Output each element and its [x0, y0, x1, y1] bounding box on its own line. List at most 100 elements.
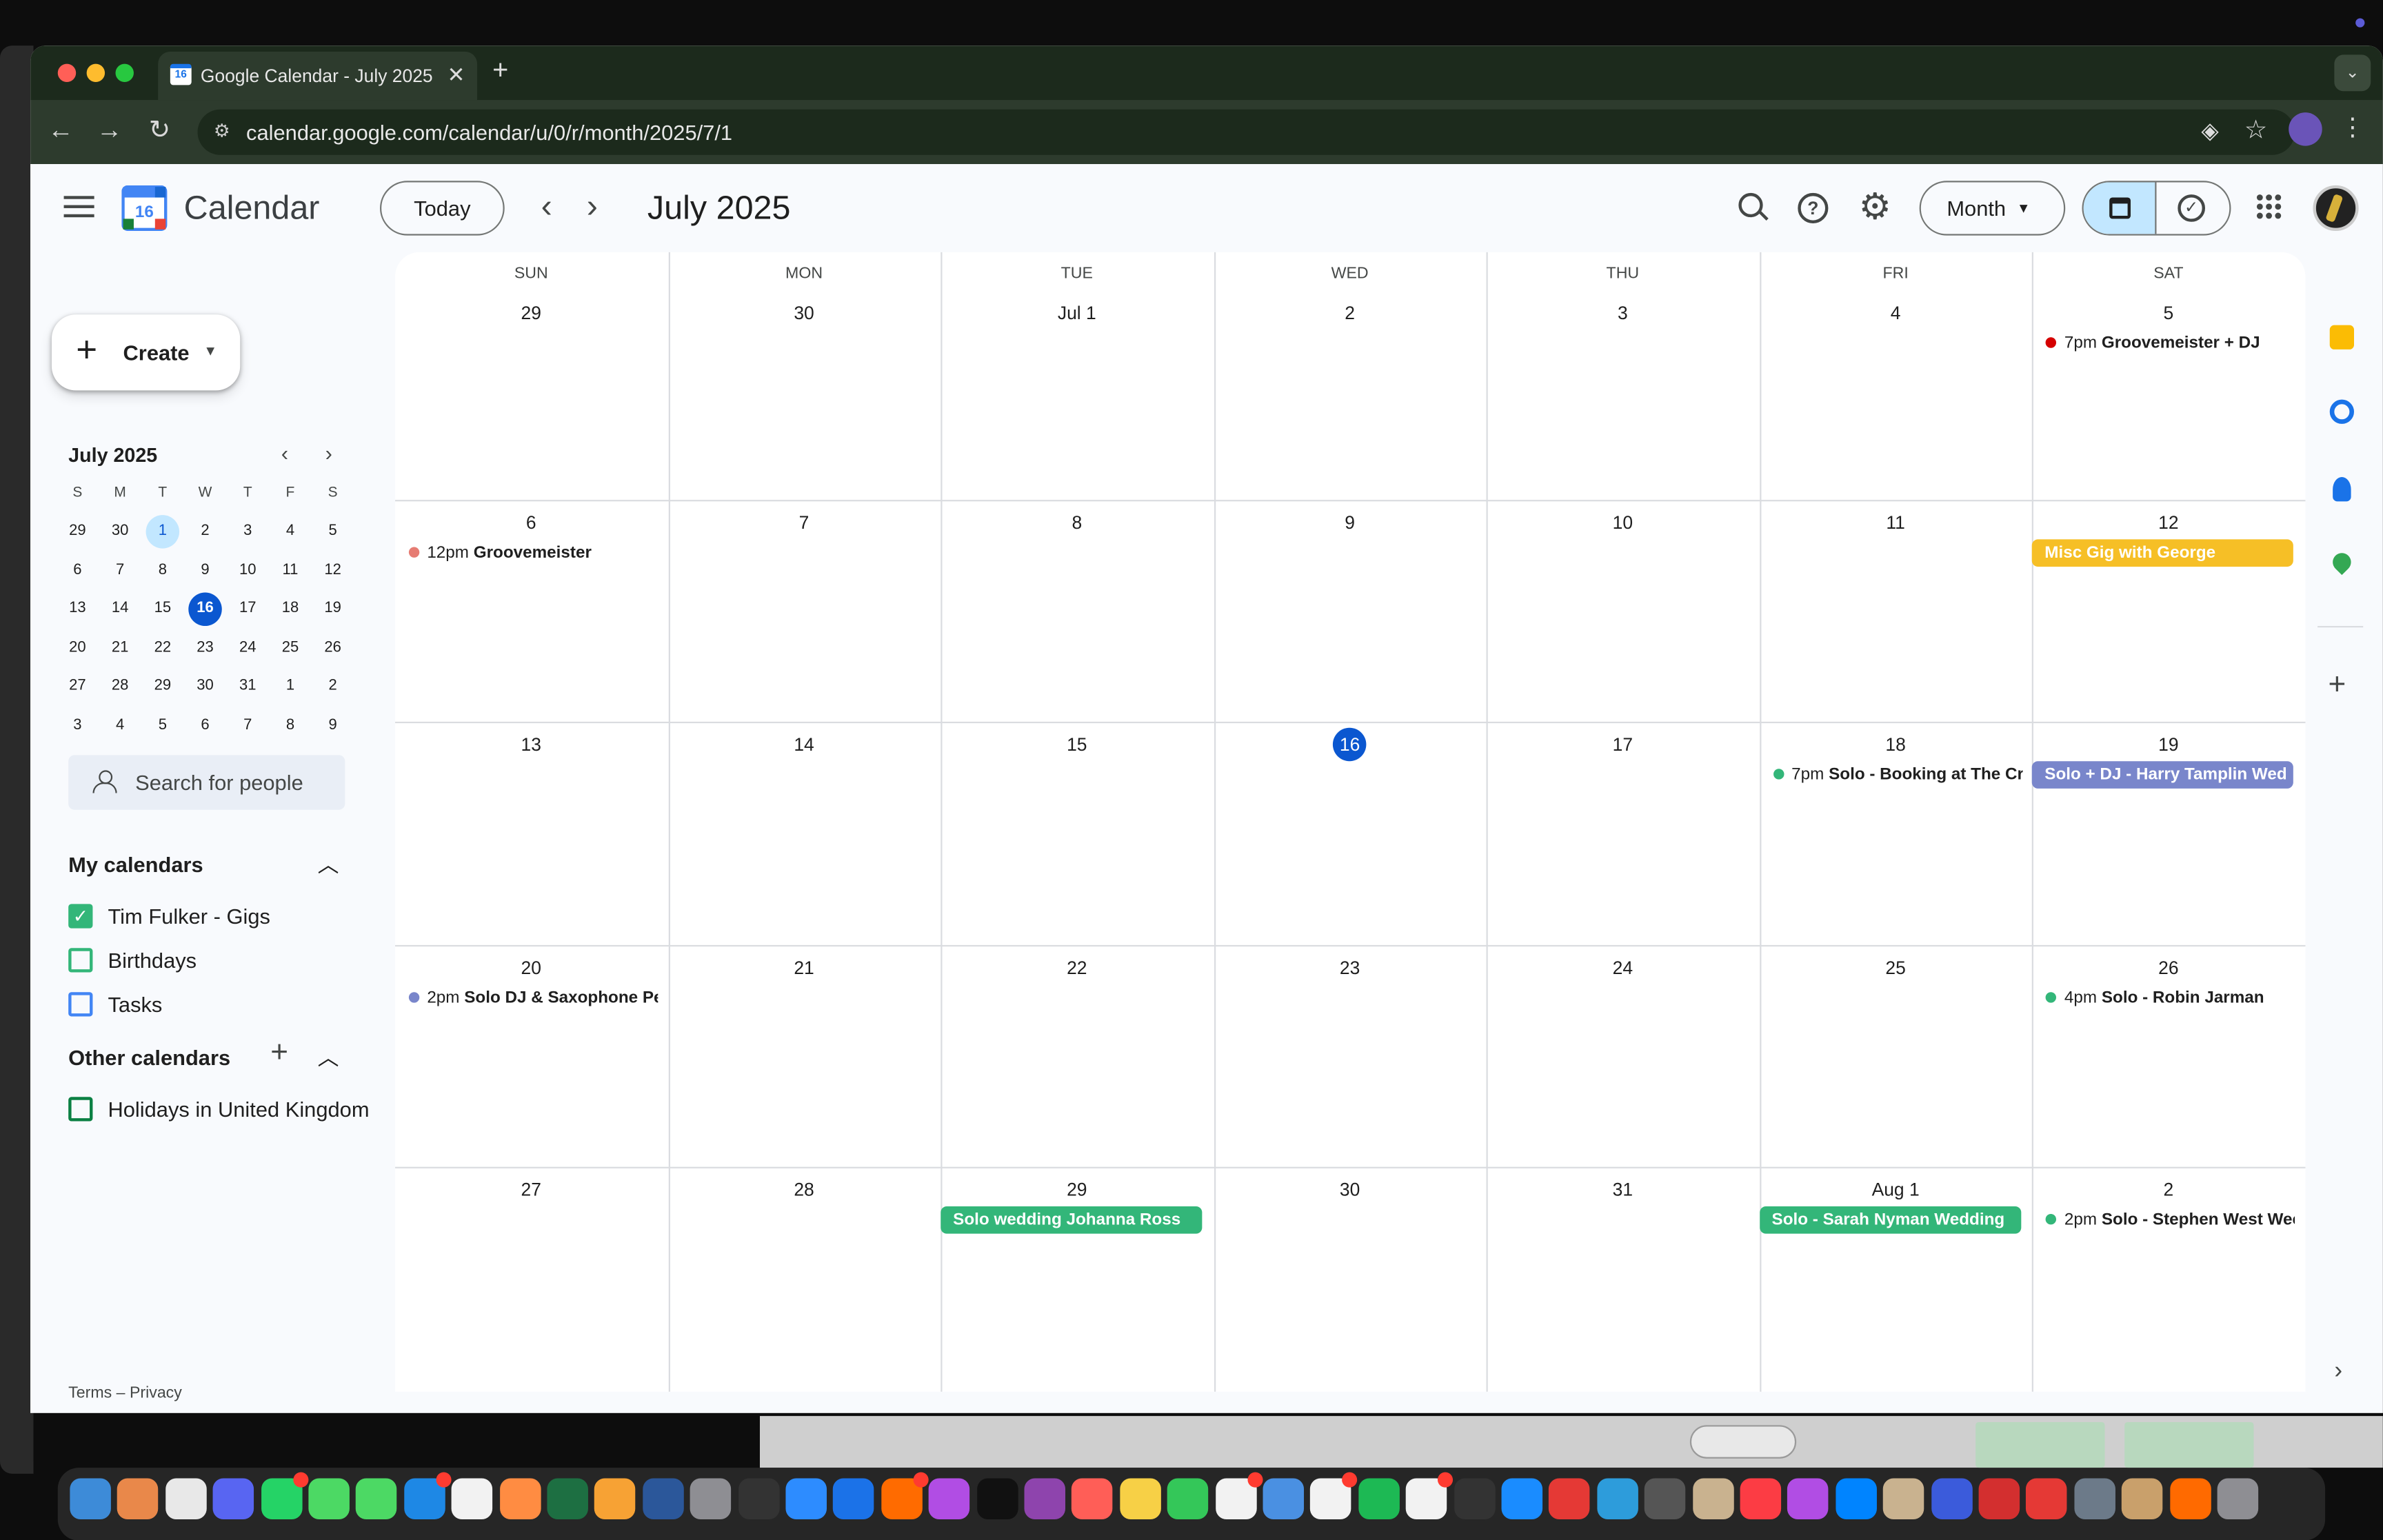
search-people-input[interactable]: Search for people	[68, 755, 345, 810]
mini-day[interactable]: 29	[146, 670, 179, 703]
dock-app-icon[interactable]	[1883, 1478, 1924, 1519]
dock-app-icon[interactable]	[356, 1478, 398, 1519]
day-cell[interactable]: 26 4pm Solo - Robin Jarman	[2033, 944, 2305, 1166]
add-other-calendar-icon[interactable]: +	[270, 1036, 288, 1071]
date-label[interactable]: 6	[395, 511, 667, 533]
day-cell[interactable]: Jul 1	[941, 276, 1214, 498]
day-cell[interactable]: 3	[1487, 276, 1759, 498]
next-month-icon[interactable]: ›	[587, 187, 598, 226]
date-label[interactable]: 29	[395, 303, 667, 324]
dock-app-icon[interactable]	[212, 1478, 254, 1519]
dock-app-icon[interactable]	[261, 1472, 308, 1519]
browser-menu-icon[interactable]: ⋮	[2340, 112, 2364, 143]
dock-app-icon[interactable]	[1358, 1478, 1400, 1519]
day-cell[interactable]: 4	[1760, 276, 2032, 498]
account-avatar[interactable]	[2313, 185, 2359, 232]
day-cell[interactable]: 10	[1487, 499, 1759, 721]
dock-app-icon[interactable]	[1501, 1478, 1543, 1519]
search-icon[interactable]	[1738, 192, 1763, 218]
mini-day[interactable]: 29	[61, 515, 94, 548]
dock-app-icon[interactable]	[1835, 1478, 1877, 1519]
tab-close-icon[interactable]: ✕	[448, 62, 465, 88]
tasks-icon[interactable]	[2329, 399, 2354, 424]
checkbox-unchecked-icon[interactable]	[68, 992, 93, 1017]
date-label[interactable]: 27	[395, 1179, 667, 1200]
mini-day[interactable]: 18	[274, 593, 307, 626]
day-cell[interactable]: 22	[941, 944, 1214, 1166]
mini-day[interactable]: 20	[61, 631, 94, 665]
chevron-up-icon[interactable]: ︿	[318, 1042, 339, 1073]
browser-tab[interactable]: 16 Google Calendar - July 2025 ✕	[158, 51, 478, 101]
today-button[interactable]: Today	[380, 181, 505, 236]
extension-icon[interactable]	[2289, 112, 2322, 146]
checkbox-checked-icon[interactable]: ✓	[68, 904, 93, 929]
mini-day[interactable]: 6	[188, 709, 221, 742]
dock-app-icon[interactable]	[1549, 1478, 1591, 1519]
date-label[interactable]: 30	[1214, 1179, 1486, 1200]
today-date-label[interactable]: 16	[1214, 727, 1486, 762]
bookmark-star-icon[interactable]: ☆	[2244, 116, 2268, 146]
day-cell[interactable]: 29 Solo wedding Johanna Ross	[941, 1167, 1214, 1389]
help-icon[interactable]: ?	[1798, 192, 1829, 223]
terms-link[interactable]: Terms	[68, 1384, 112, 1402]
dock-app-icon[interactable]	[2026, 1478, 2068, 1519]
day-cell[interactable]: 19 Solo + DJ - Harry Tamplin Wed	[2032, 722, 2305, 944]
date-label[interactable]: 12	[2033, 511, 2305, 533]
mini-prev-icon[interactable]: ‹	[281, 440, 288, 465]
date-label[interactable]: 30	[668, 303, 941, 324]
google-apps-icon[interactable]	[2256, 194, 2282, 219]
mini-day[interactable]: 11	[274, 554, 307, 587]
mini-day[interactable]: 24	[231, 631, 264, 665]
minimize-window-button[interactable]	[86, 63, 105, 83]
event-chip[interactable]: 2pm Solo - Stephen West Wec	[2043, 1206, 2295, 1234]
dock-app-icon[interactable]	[738, 1478, 779, 1519]
date-label[interactable]: 2	[2033, 1179, 2305, 1200]
mini-next-icon[interactable]: ›	[325, 440, 332, 465]
reload-icon[interactable]: ↻	[143, 116, 176, 146]
checkbox-unchecked-icon[interactable]	[68, 1097, 93, 1122]
site-settings-icon[interactable]: ⚙	[210, 120, 234, 144]
dock-app-icon[interactable]	[403, 1472, 452, 1519]
day-cell[interactable]: 21	[668, 944, 941, 1166]
day-cell[interactable]: 5 7pm Groovemeister + DJ	[2033, 276, 2305, 498]
day-cell[interactable]: 12 Misc Gig with George	[2032, 499, 2305, 721]
event-chip[interactable]: 4pm Solo - Robin Jarman	[2043, 984, 2295, 1011]
day-cell[interactable]: 7	[668, 499, 941, 721]
new-tab-icon[interactable]: +	[492, 54, 508, 86]
day-cell[interactable]: 24	[1487, 944, 1759, 1166]
mini-day[interactable]: 28	[103, 670, 137, 703]
date-label[interactable]: 17	[1487, 734, 1759, 756]
dock-app-icon[interactable]	[2169, 1478, 2211, 1519]
tab-search-chevron-icon[interactable]: ⌄	[2334, 54, 2371, 92]
mini-day[interactable]: 12	[316, 554, 349, 587]
date-label[interactable]: 15	[941, 734, 1214, 756]
calendar-view-toggle[interactable]	[2083, 182, 2157, 234]
dock-app-icon[interactable]	[547, 1478, 588, 1519]
mini-day[interactable]: 23	[188, 631, 221, 665]
date-label[interactable]: 11	[1760, 511, 2032, 533]
mini-day[interactable]: 3	[61, 709, 94, 742]
date-label[interactable]: 23	[1214, 956, 1486, 977]
mini-day[interactable]: 10	[231, 554, 264, 587]
event-chip[interactable]: 7pm Groovemeister + DJ	[2043, 330, 2295, 357]
day-cell[interactable]: 20 2pm Solo DJ & Saxophone Pe	[395, 944, 667, 1166]
mini-day[interactable]: 22	[146, 631, 179, 665]
date-label[interactable]: Jul 1	[941, 303, 1214, 324]
mini-day[interactable]: 16	[188, 592, 222, 627]
dock-app-icon[interactable]	[452, 1478, 493, 1519]
dock-app-icon[interactable]	[1645, 1478, 1686, 1519]
event-chip[interactable]: 12pm Groovemeister	[405, 538, 658, 566]
event-chip[interactable]: Solo - Sarah Nyman Wedding	[1759, 1206, 2021, 1234]
date-label[interactable]: 19	[2033, 734, 2305, 756]
dock-app-icon[interactable]	[117, 1478, 159, 1519]
day-cell[interactable]: 25	[1760, 944, 2032, 1166]
chevron-right-icon[interactable]: ›	[2334, 1358, 2342, 1386]
dock-app-icon[interactable]	[1740, 1478, 1782, 1519]
settings-gear-icon[interactable]: ⚙	[1858, 185, 1891, 230]
main-menu-icon[interactable]	[63, 192, 94, 223]
mini-day[interactable]: 6	[61, 554, 94, 587]
day-cell[interactable]: 2	[1214, 276, 1486, 498]
day-cell[interactable]: 14	[668, 722, 941, 944]
mini-day[interactable]: 26	[316, 631, 349, 665]
mini-day[interactable]: 21	[103, 631, 137, 665]
